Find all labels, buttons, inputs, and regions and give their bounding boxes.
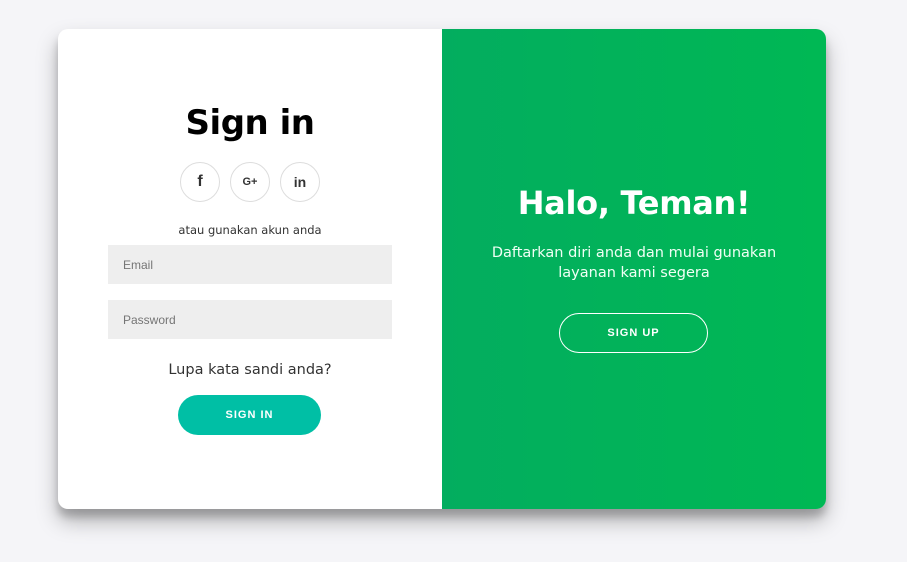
- sign-up-button[interactable]: SIGN UP: [559, 313, 708, 353]
- forgot-password-link[interactable]: Lupa kata sandi anda?: [58, 362, 442, 378]
- password-field[interactable]: [108, 300, 392, 339]
- auth-card: Sign in f G+ in atau gunakan akun anda L…: [58, 29, 826, 509]
- alternative-login-text: atau gunakan akun anda: [178, 223, 322, 237]
- linkedin-icon[interactable]: in: [280, 162, 320, 202]
- social-login-group: f G+ in: [180, 162, 320, 202]
- sign-in-panel: Sign in f G+ in atau gunakan akun anda L…: [58, 29, 442, 509]
- google-plus-icon[interactable]: G+: [230, 162, 270, 202]
- overlay-description: Daftarkan diri anda dan mulai gunakan la…: [491, 245, 777, 281]
- email-field[interactable]: [108, 245, 392, 284]
- sign-up-overlay-panel: Halo, Teman! Daftarkan diri anda dan mul…: [442, 29, 826, 509]
- facebook-icon[interactable]: f: [180, 162, 220, 202]
- sign-in-title: Sign in: [185, 103, 315, 143]
- sign-in-button[interactable]: SIGN IN: [178, 395, 321, 435]
- overlay-title: Halo, Teman!: [517, 184, 751, 222]
